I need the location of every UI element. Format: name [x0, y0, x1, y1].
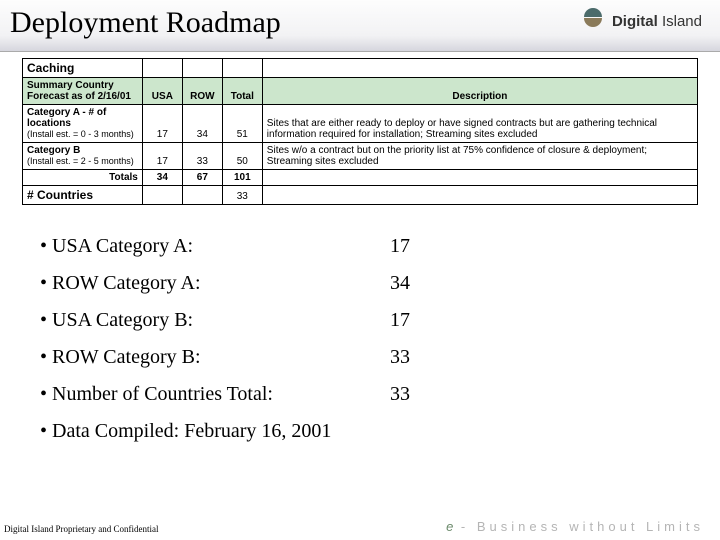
tag-rest: Business without Limits	[477, 519, 704, 534]
bullet-value: 34	[390, 272, 410, 295]
catA-title: Category A - # of locations	[27, 107, 106, 129]
bullet-label: • USA Category A:	[40, 235, 390, 258]
catB-title: Category B	[27, 145, 80, 156]
totals-label: Totals	[23, 170, 143, 186]
bullet-label: • ROW Category A:	[40, 272, 390, 295]
list-item: • ROW Category B:33	[40, 346, 680, 369]
catB-row: 33	[182, 143, 222, 170]
bullet-label: • USA Category B:	[40, 309, 390, 332]
col-usa: USA	[142, 78, 182, 105]
col-total: Total	[222, 78, 262, 105]
countries-total: 33	[222, 186, 262, 205]
bullet-label: • Number of Countries Total:	[40, 383, 390, 406]
tagline: e - Business without Limits	[446, 519, 704, 534]
catB-install: (Install est. = 2 - 5 months)	[27, 156, 134, 166]
bullet-list: • USA Category A:17 • ROW Category A:34 …	[40, 235, 680, 443]
table-row: Category A - # of locations(Install est.…	[23, 105, 698, 143]
catA-usa: 17	[142, 105, 182, 143]
list-item: • Number of Countries Total:33	[40, 383, 680, 406]
catA-desc: Sites that are either ready to deploy or…	[262, 105, 697, 143]
summary-cell: Summary Country Forecast as of 2/16/01	[23, 78, 143, 105]
tot-usa: 34	[142, 170, 182, 186]
list-item: • Data Compiled: February 16, 2001	[40, 420, 680, 443]
caching-cell: Caching	[23, 59, 143, 78]
slide-header: Deployment Roadmap Digital Island	[0, 0, 720, 52]
catA-total: 51	[222, 105, 262, 143]
tag-dash: -	[453, 519, 477, 534]
bullet-label: • ROW Category B:	[40, 346, 390, 369]
brand-lockup: Digital Island	[580, 8, 702, 34]
bullet-value: 33	[390, 346, 410, 369]
bullet-value: 17	[390, 235, 410, 258]
table-row: Totals 34 67 101	[23, 170, 698, 186]
table-row: Caching	[23, 59, 698, 78]
bullet-value: 17	[390, 309, 410, 332]
list-item: • USA Category A:17	[40, 235, 680, 258]
brand-rest: Island	[658, 13, 702, 30]
catB-usa: 17	[142, 143, 182, 170]
digital-island-logo-icon	[580, 8, 606, 34]
table-row: # Countries 33	[23, 186, 698, 205]
tot-total: 101	[222, 170, 262, 186]
catB-label: Category B(Install est. = 2 - 5 months)	[23, 143, 143, 170]
catB-total: 50	[222, 143, 262, 170]
list-item: • ROW Category A:34	[40, 272, 680, 295]
col-row: ROW	[182, 78, 222, 105]
bullet-label: • Data Compiled: February 16, 2001	[40, 420, 331, 443]
countries-label: # Countries	[23, 186, 143, 205]
confidential-footer: Digital Island Proprietary and Confident…	[4, 524, 158, 534]
brand-text: Digital Island	[612, 13, 702, 30]
bullet-value: 33	[390, 383, 410, 406]
table-row: Category B(Install est. = 2 - 5 months) …	[23, 143, 698, 170]
catA-install: (Install est. = 0 - 3 months)	[27, 129, 134, 139]
catB-desc: Sites w/o a contract but on the priority…	[262, 143, 697, 170]
catA-label: Category A - # of locations(Install est.…	[23, 105, 143, 143]
brand-bold: Digital	[612, 13, 658, 30]
list-item: • USA Category B:17	[40, 309, 680, 332]
forecast-table: Caching Summary Country Forecast as of 2…	[22, 58, 698, 205]
tot-row: 67	[182, 170, 222, 186]
col-desc: Description	[262, 78, 697, 105]
table-row: Summary Country Forecast as of 2/16/01 U…	[23, 78, 698, 105]
catA-row: 34	[182, 105, 222, 143]
